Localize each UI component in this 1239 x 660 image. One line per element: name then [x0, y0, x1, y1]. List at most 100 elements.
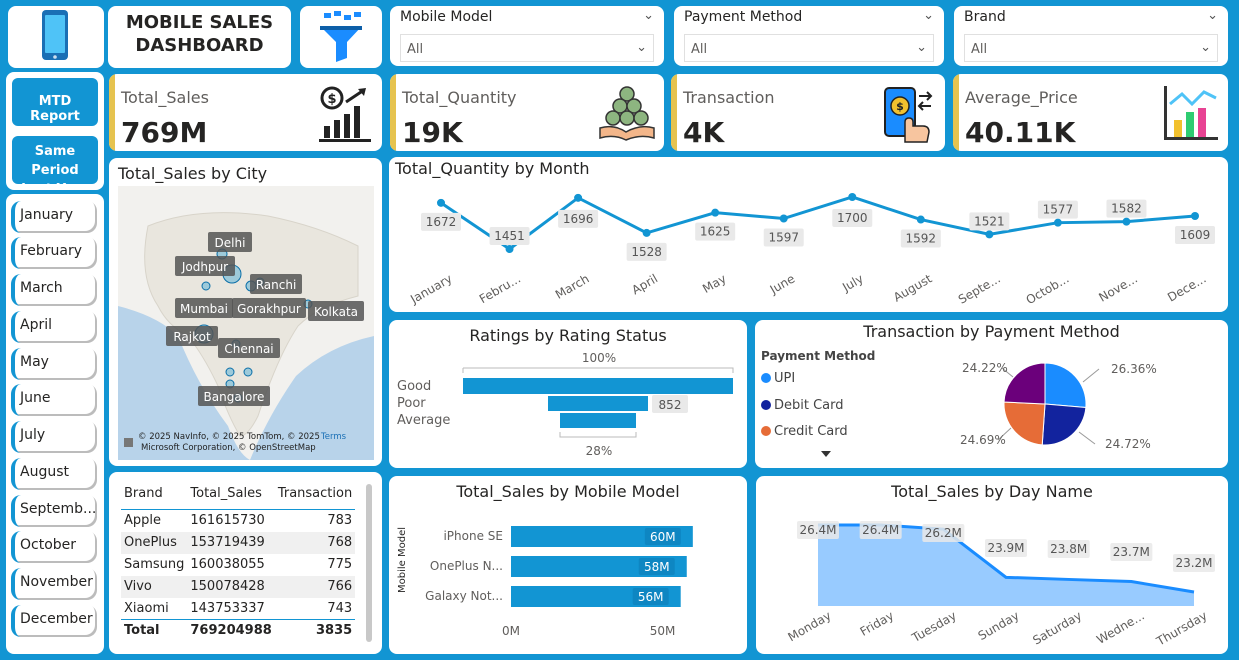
- legend-item[interactable]: Debit Card: [774, 398, 844, 413]
- slicer-mobile-model[interactable]: Mobile Model ⌄ All ⌄: [390, 6, 664, 66]
- data-point[interactable]: [505, 245, 514, 253]
- slicer-payment-method[interactable]: Payment Method ⌄ All ⌄: [674, 6, 944, 66]
- month-august[interactable]: August: [11, 458, 97, 490]
- data-point[interactable]: [574, 193, 583, 202]
- slicer-brand[interactable]: Brand ⌄ All ⌄: [954, 6, 1228, 66]
- table-row[interactable]: Vivo 150078428 766: [121, 575, 356, 598]
- day-area-chart[interactable]: 26.4M 26.4M 26.2M 23.9M 23.8M 23.7M 23.2M Monda…: [756, 476, 1228, 654]
- chevron-down-icon[interactable]: ⌄: [923, 8, 934, 23]
- legend-swatch: [761, 426, 771, 436]
- chevron-down-icon[interactable]: ⌄: [636, 40, 647, 55]
- table-row[interactable]: Samsung 160038055 775: [121, 554, 355, 576]
- month-may[interactable]: May: [11, 348, 97, 380]
- payment-pie-chart[interactable]: Payment Method UPI Debit Card Credit Car…: [755, 320, 1228, 468]
- map-terms-link[interactable]: Terms: [320, 432, 347, 442]
- city-label-bangalore: Bangalore: [204, 390, 265, 404]
- data-point[interactable]: [916, 215, 925, 224]
- slicer-dropdown[interactable]: All ⌄: [964, 34, 1218, 62]
- legend-swatch: [761, 400, 771, 410]
- table-header[interactable]: Brand: [121, 484, 188, 510]
- chevron-down-icon[interactable]: ⌄: [1200, 40, 1211, 55]
- month-march[interactable]: March: [11, 274, 97, 306]
- x-tick-label: Monday: [785, 608, 833, 644]
- month-slicer: January February March April May June Ju…: [6, 194, 104, 654]
- map-title: Total_Sales by City: [118, 164, 268, 183]
- slice-label: 24.72%: [1105, 437, 1151, 451]
- table-row[interactable]: Xiaomi 143753337 743: [121, 598, 355, 620]
- city-bubble[interactable]: [225, 367, 235, 377]
- data-point[interactable]: [1191, 212, 1199, 221]
- pie-slice[interactable]: [1003, 401, 1046, 446]
- chevron-down-icon[interactable]: ⌄: [916, 40, 927, 55]
- x-tick-label: Thursday: [1153, 608, 1209, 649]
- funnel-bar[interactable]: [463, 378, 733, 394]
- kpi-label: Average_Price: [965, 88, 1078, 107]
- chevron-down-icon[interactable]: ⌄: [643, 8, 654, 23]
- slicer-dropdown[interactable]: All ⌄: [400, 34, 654, 62]
- data-label: 1582: [1111, 202, 1142, 216]
- kpi-accent: [109, 74, 115, 151]
- x-tick-label: July: [839, 271, 866, 294]
- ratings-funnel-chart[interactable]: Good Poor Average 100% 852 28%: [389, 320, 747, 468]
- pie-slice[interactable]: [1003, 362, 1046, 405]
- data-point[interactable]: [848, 193, 857, 201]
- kpi-accent: [953, 74, 959, 151]
- x-tick-label: Dece...: [1165, 271, 1208, 304]
- data-point[interactable]: [985, 230, 994, 239]
- legend-swatch: [761, 373, 771, 383]
- table-header[interactable]: Total_Sales: [187, 484, 275, 510]
- legend-scroll-down-icon[interactable]: [821, 451, 831, 457]
- kpi-value: 19K: [402, 116, 463, 149]
- kpi-label: Transaction: [683, 88, 775, 107]
- month-december[interactable]: December: [11, 605, 97, 637]
- quantity-line-chart[interactable]: 1672 1451 1696 1528 1625 1597 1700 1592 1521 1577…: [389, 157, 1228, 312]
- funnel-bar[interactable]: [560, 413, 636, 428]
- coin-stack-hand-icon: [599, 86, 655, 141]
- month-november[interactable]: November: [11, 568, 97, 600]
- month-october[interactable]: October: [11, 531, 97, 563]
- city-bubble[interactable]: [201, 281, 211, 291]
- data-point[interactable]: [711, 208, 720, 217]
- slicer-dropdown[interactable]: All ⌄: [684, 34, 934, 62]
- leader-line: [1078, 431, 1096, 445]
- data-point[interactable]: [779, 214, 788, 223]
- funnel-bar[interactable]: [548, 396, 648, 411]
- data-label: 58M: [644, 560, 670, 574]
- mobile-phone-icon: [42, 10, 68, 60]
- data-point[interactable]: [1122, 217, 1131, 226]
- table-scrollbar[interactable]: [366, 484, 372, 642]
- data-point[interactable]: [437, 198, 445, 207]
- chevron-down-icon[interactable]: ⌄: [1207, 8, 1218, 23]
- month-february[interactable]: February: [11, 237, 97, 269]
- table-row[interactable]: OnePlus 153719439 768: [121, 531, 356, 554]
- city-map[interactable]: Delhi Jodhpur Ranchi Mumbai Gorakhpur Ko…: [118, 186, 374, 460]
- filter-card[interactable]: [300, 6, 382, 68]
- mobile-model-bar-chart[interactable]: Mobile Model iPhone SE 60M OnePlus N... 58M G…: [389, 476, 747, 654]
- legend-item[interactable]: Credit Card: [774, 424, 848, 439]
- table-row[interactable]: Apple 161615730 783: [121, 510, 355, 532]
- x-tick-label: Septe...: [956, 271, 1003, 306]
- month-june[interactable]: June: [11, 384, 97, 416]
- mtd-report-button[interactable]: MTD Report: [12, 78, 98, 126]
- month-september[interactable]: Septemb...: [11, 495, 97, 527]
- data-point[interactable]: [1053, 218, 1062, 227]
- category-label: Good: [397, 379, 431, 394]
- month-january[interactable]: January: [11, 201, 97, 233]
- pie-slice[interactable]: [1041, 403, 1087, 446]
- data-label: 1521: [974, 214, 1005, 228]
- month-april[interactable]: April: [11, 311, 97, 343]
- data-label: 1625: [700, 225, 731, 239]
- x-tick-label: August: [891, 271, 935, 304]
- legend-item[interactable]: UPI: [774, 371, 795, 386]
- city-label-jodhpur: Jodhpur: [181, 260, 228, 274]
- data-point[interactable]: [642, 228, 651, 237]
- data-label: 1672: [426, 215, 457, 229]
- svg-text:$: $: [896, 100, 904, 113]
- same-period-last-year-button[interactable]: Same Period Last Year: [12, 136, 98, 190]
- pie-slice[interactable]: [1044, 362, 1087, 409]
- kpi-total-quantity: Total_Quantity 19K: [390, 74, 664, 151]
- city-bubble[interactable]: [243, 367, 253, 377]
- table-header[interactable]: Transaction: [274, 484, 356, 510]
- month-july[interactable]: July: [11, 421, 97, 453]
- map-attribution-line2: Microsoft Corporation, © OpenStreetMap: [141, 443, 316, 453]
